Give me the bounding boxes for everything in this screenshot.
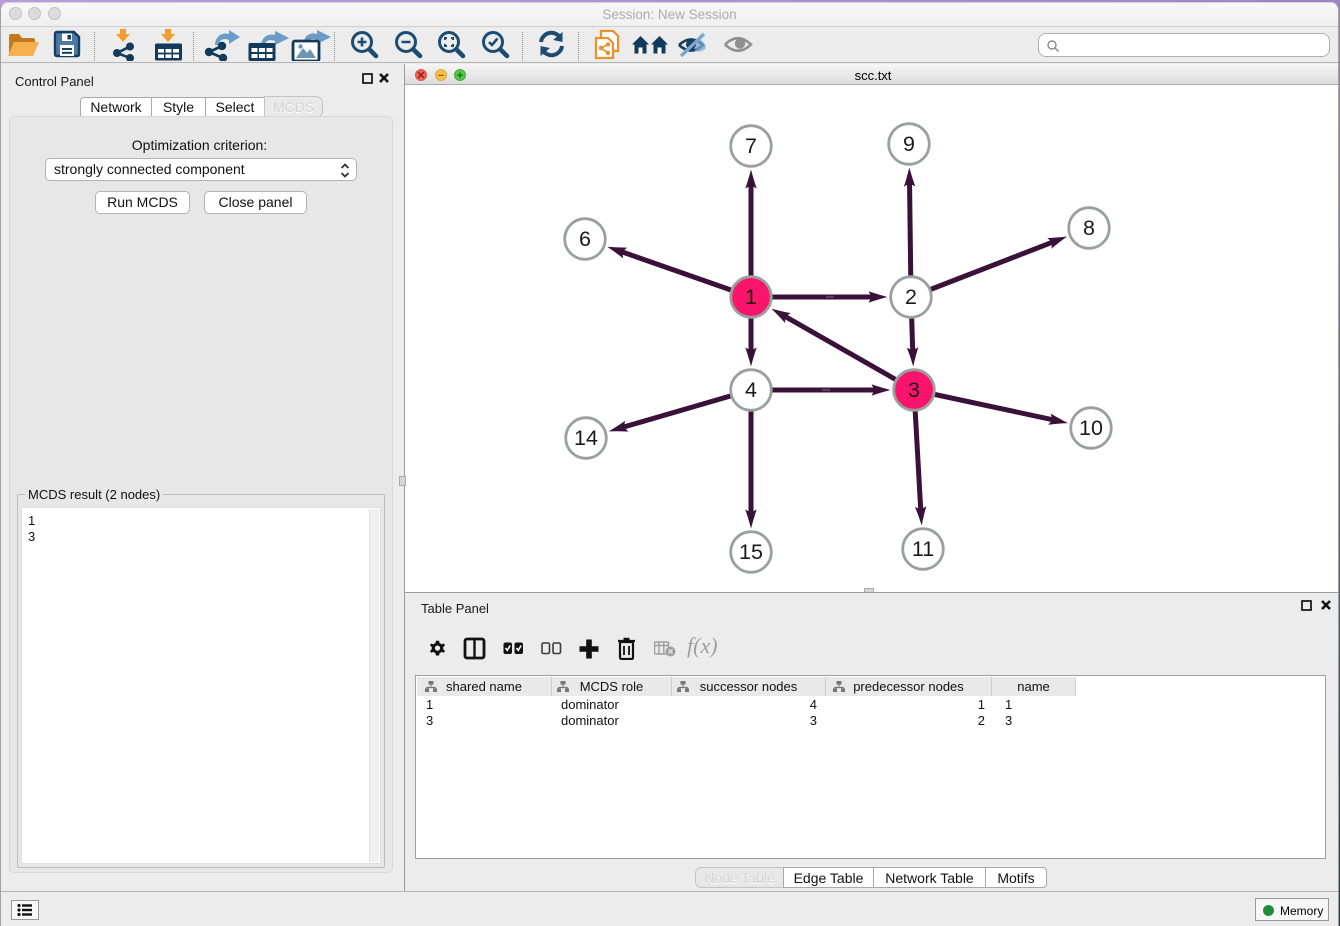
svg-text:1: 1: [745, 285, 757, 309]
svg-text:6: 6: [579, 227, 591, 251]
svg-text:14: 14: [574, 426, 598, 450]
svg-text:10: 10: [1079, 416, 1103, 440]
svg-text:4: 4: [745, 378, 757, 402]
svg-text:11: 11: [912, 537, 934, 561]
svg-text:3: 3: [908, 378, 920, 402]
svg-text:7: 7: [745, 134, 757, 158]
svg-text:15: 15: [739, 540, 763, 564]
svg-text:2: 2: [905, 285, 917, 309]
svg-text:8: 8: [1083, 216, 1095, 240]
svg-text:9: 9: [903, 132, 915, 156]
